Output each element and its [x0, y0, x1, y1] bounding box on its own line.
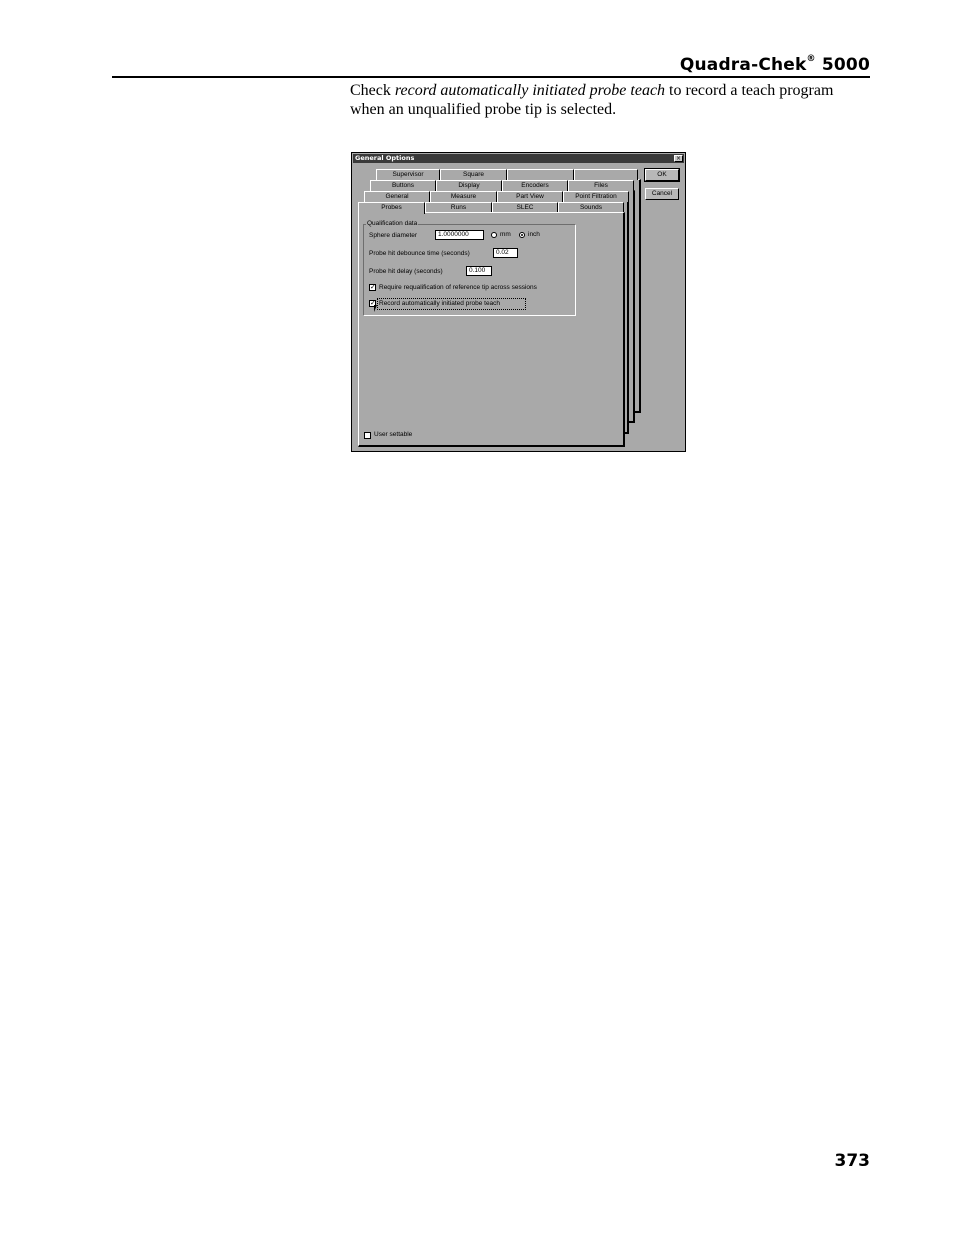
hit-delay-label: Probe hit delay (seconds)	[369, 268, 443, 275]
record-teach-label: Record automatically initiated probe tea…	[379, 300, 501, 307]
requalify-checkbox[interactable]: ✓	[369, 284, 376, 291]
user-settable-label: User settable	[374, 431, 413, 438]
tab-files[interactable]: Files	[568, 180, 634, 191]
tab-blank-1[interactable]	[507, 169, 574, 180]
running-header: Quadra-Chek® 5000	[679, 54, 870, 75]
product-model: 5000	[821, 55, 870, 75]
cancel-button[interactable]: Cancel	[645, 188, 679, 200]
sphere-diameter-label: Sphere diameter	[369, 232, 418, 239]
debounce-time-label: Probe hit debounce time (seconds)	[369, 250, 470, 257]
dialog-titlebar: General Options ×	[353, 154, 684, 163]
tab-encoders[interactable]: Encoders	[502, 180, 568, 191]
page-number: 373	[834, 1151, 871, 1171]
close-icon[interactable]: ×	[674, 155, 683, 162]
tab-square[interactable]: Square	[440, 169, 507, 180]
unit-inch-label: inch	[528, 231, 540, 238]
user-settable-checkbox[interactable]	[364, 432, 371, 439]
tab-probes[interactable]: Probes	[358, 202, 425, 214]
tab-measure[interactable]: Measure	[430, 191, 497, 202]
unit-mm-radio[interactable]	[491, 232, 497, 238]
tab-buttons[interactable]: Buttons	[370, 180, 436, 191]
tab-display[interactable]: Display	[436, 180, 502, 191]
tab-blank-2[interactable]	[574, 169, 638, 180]
tab-supervisor[interactable]: Supervisor	[376, 169, 440, 180]
mouse-cursor-icon	[374, 305, 380, 312]
sphere-diameter-input[interactable]: 1.0000000	[435, 230, 484, 240]
tab-part-view[interactable]: Part View	[497, 191, 563, 202]
body-text-before: Check	[350, 82, 395, 99]
unit-inch-radio[interactable]	[519, 232, 525, 238]
body-emphasis: record automatically initiated probe tea…	[394, 82, 666, 99]
registered-mark: ®	[806, 54, 816, 64]
hit-delay-input[interactable]: 0.100	[466, 266, 492, 276]
tab-point-filtration[interactable]: Point Filtration	[563, 191, 629, 202]
unit-mm-label: mm	[500, 231, 511, 238]
tab-general[interactable]: General	[364, 191, 430, 202]
product-name: Quadra-Chek	[679, 55, 807, 75]
debounce-time-input[interactable]: 0.02	[493, 248, 518, 258]
qualification-group-title: Qualification data	[366, 220, 419, 228]
requalify-label: Require requalification of reference tip…	[379, 284, 537, 291]
header-rule	[112, 76, 870, 78]
ok-button[interactable]: OK	[644, 168, 680, 182]
dialog-title: General Options	[355, 154, 415, 162]
body-paragraph: Check record automatically initiated pro…	[350, 81, 870, 119]
